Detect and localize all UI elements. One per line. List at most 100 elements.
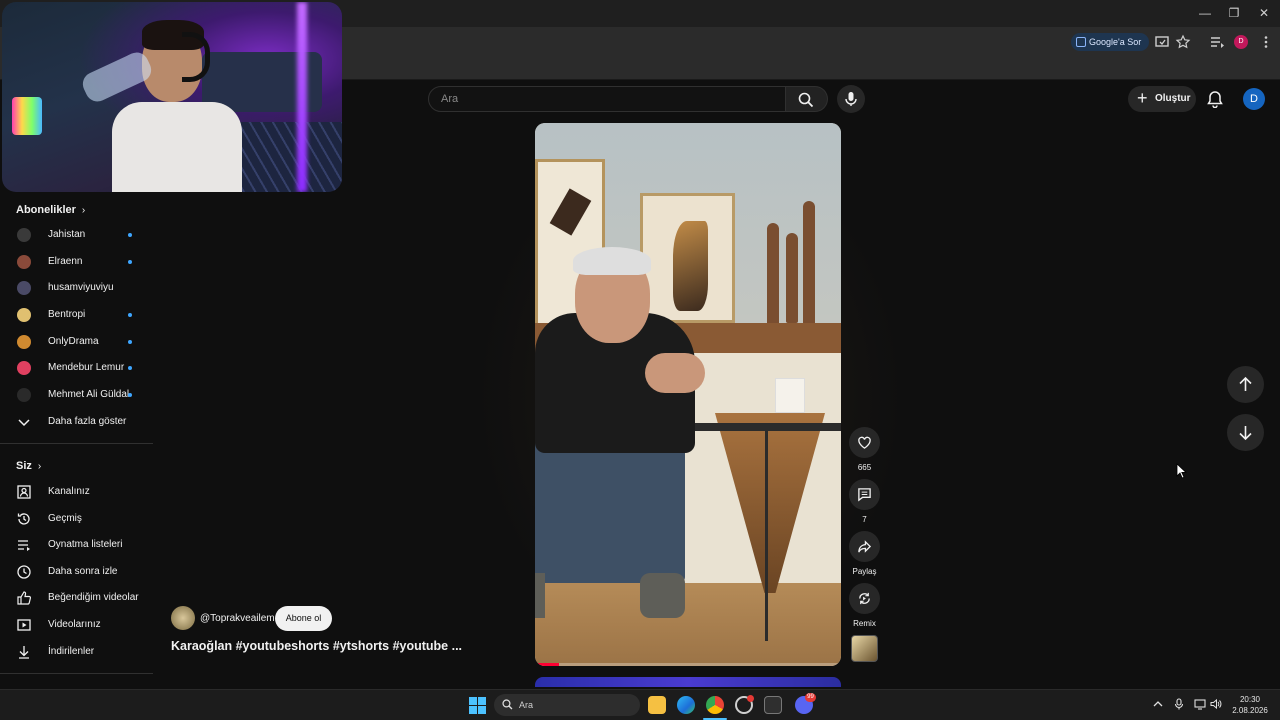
sidebar-item-subscription[interactable]: OnlyDrama: [0, 329, 153, 355]
heart-icon: [858, 436, 871, 449]
lens-icon: [1076, 37, 1086, 47]
browser-profile-avatar[interactable]: D: [1234, 35, 1248, 49]
restore-icon[interactable]: ❐: [1225, 5, 1243, 21]
terminal-icon[interactable]: [764, 696, 782, 714]
sidebar-divider: [0, 673, 153, 674]
windows-start-icon[interactable]: [469, 697, 486, 714]
sidebar-item-downloads[interactable]: İndirilenler: [0, 639, 153, 665]
new-content-dot: [128, 233, 132, 237]
browser-menu-icon[interactable]: [1258, 34, 1274, 50]
nav-label: Videolarınız: [48, 619, 101, 630]
sidebar-item-subscription[interactable]: Mendebur Lemur: [0, 355, 153, 381]
tray-chevron-up-icon[interactable]: [1152, 698, 1164, 710]
taskbar-clock[interactable]: 20:30 2.08.2026: [1230, 694, 1270, 716]
channel-name: Mehmet Ali Güldal: [48, 389, 130, 400]
channel-avatar: [17, 335, 31, 349]
subscriptions-heading[interactable]: Abonelikler ›: [16, 204, 85, 216]
google-ask-label: Google'a Sor: [1089, 37, 1142, 47]
mouse-cursor-icon: [1176, 463, 1188, 479]
notifications-bell-icon[interactable]: [1206, 90, 1224, 108]
search-icon: [798, 92, 814, 108]
chrome-icon[interactable]: [706, 696, 724, 714]
video-person-hair: [573, 247, 651, 275]
sidebar-item-your-channel[interactable]: Kanalınız: [0, 479, 153, 505]
subscribe-button[interactable]: Abone ol: [275, 606, 332, 631]
new-content-dot: [128, 260, 132, 264]
arrow-down-icon: [1239, 426, 1252, 441]
sidebar-item-subscription[interactable]: Elraenn: [0, 249, 153, 275]
person-box-icon: [17, 485, 31, 499]
microphone-icon[interactable]: [1173, 698, 1185, 710]
search-button[interactable]: [786, 86, 828, 112]
sound-thumbnail[interactable]: [851, 635, 878, 662]
video-scene-table-top: [695, 423, 841, 431]
video-scene-statue: [786, 233, 798, 323]
channel-avatar[interactable]: [171, 606, 195, 630]
nav-label: İndirilenler: [48, 646, 95, 657]
video-progress-bar[interactable]: [535, 663, 841, 666]
taskbar-search-label: Ara: [519, 700, 534, 710]
you-heading[interactable]: Siz ›: [16, 460, 41, 472]
search-input[interactable]: [441, 87, 771, 111]
playlist-icon: [18, 540, 30, 551]
subscriptions-title: Abonelikler: [16, 204, 76, 216]
sidebar-item-your-videos[interactable]: Videolarınız: [0, 612, 153, 638]
edge-icon[interactable]: [677, 696, 695, 714]
sidebar-item-subscription[interactable]: Mehmet Ali Güldal: [0, 382, 153, 408]
short-title[interactable]: Karaoğlan #youtubeshorts #ytshorts #yout…: [171, 639, 471, 653]
cast-icon[interactable]: [1154, 34, 1170, 50]
account-avatar[interactable]: D: [1243, 88, 1265, 110]
sidebar-item-history[interactable]: Geçmiş: [0, 506, 153, 532]
webcam-water-bottle: [78, 48, 156, 106]
show-more-button[interactable]: Daha fazla göster: [0, 409, 153, 435]
bookmark-star-icon[interactable]: [1175, 34, 1191, 50]
channel-avatar: [17, 281, 31, 295]
like-button[interactable]: [849, 427, 880, 458]
sidebar-item-subscription[interactable]: Jahistan: [0, 222, 153, 248]
shorts-video-player[interactable]: [535, 123, 841, 666]
video-icon: [17, 619, 31, 631]
previous-short-button[interactable]: [1227, 366, 1264, 403]
video-scene-painting: [640, 193, 735, 323]
sidebar-divider: [0, 443, 153, 444]
like-count: 665: [857, 463, 872, 472]
plus-icon: +: [1137, 88, 1148, 108]
new-content-dot: [128, 366, 132, 370]
channel-handle[interactable]: @Toprakveailem: [200, 613, 275, 624]
sidebar-item-watch-later[interactable]: Daha sonra izle: [0, 559, 153, 585]
channel-avatar: [17, 388, 31, 402]
video-scene-statue: [767, 223, 779, 328]
sidebar-item-subscription[interactable]: husamviyuviyu: [0, 275, 153, 301]
remix-button[interactable]: [849, 583, 880, 614]
channel-name: Bentropi: [48, 309, 86, 320]
file-explorer-icon[interactable]: [648, 696, 666, 714]
next-short-preview[interactable]: [535, 677, 841, 687]
channel-name: Elraenn: [48, 256, 83, 267]
remix-label: Remix: [853, 619, 876, 628]
create-button[interactable]: + Oluştur: [1128, 86, 1196, 112]
channel-avatar: [17, 255, 31, 269]
share-button[interactable]: [849, 531, 880, 562]
video-person-shoe: [640, 573, 685, 618]
channel-avatar: [17, 228, 31, 242]
thumbs-up-icon: [17, 591, 32, 605]
minimize-icon[interactable]: —: [1196, 5, 1214, 21]
search-icon: [502, 699, 513, 710]
media-queue-icon[interactable]: [1209, 34, 1225, 50]
channel-name: OnlyDrama: [48, 336, 99, 347]
volume-icon[interactable]: [1210, 698, 1222, 710]
google-ask-button[interactable]: Google'a Sor: [1071, 33, 1149, 51]
taskbar-search[interactable]: Ara: [494, 694, 640, 716]
sidebar-item-liked-videos[interactable]: Beğendiğim videolar: [0, 585, 153, 611]
sidebar-item-playlists[interactable]: Oynatma listeleri: [0, 532, 153, 558]
channel-name: husamviyuviyu: [48, 282, 114, 293]
close-icon[interactable]: ✕: [1255, 5, 1273, 21]
sidebar-item-subscription[interactable]: Bentropi: [0, 302, 153, 328]
discord-badge: 99: [805, 693, 816, 702]
comments-button[interactable]: [849, 479, 880, 510]
comment-icon: [858, 488, 871, 502]
voice-search-button[interactable]: [837, 85, 865, 113]
network-icon[interactable]: [1194, 698, 1206, 710]
comment-count: 7: [862, 515, 867, 524]
next-short-button[interactable]: [1227, 414, 1264, 451]
